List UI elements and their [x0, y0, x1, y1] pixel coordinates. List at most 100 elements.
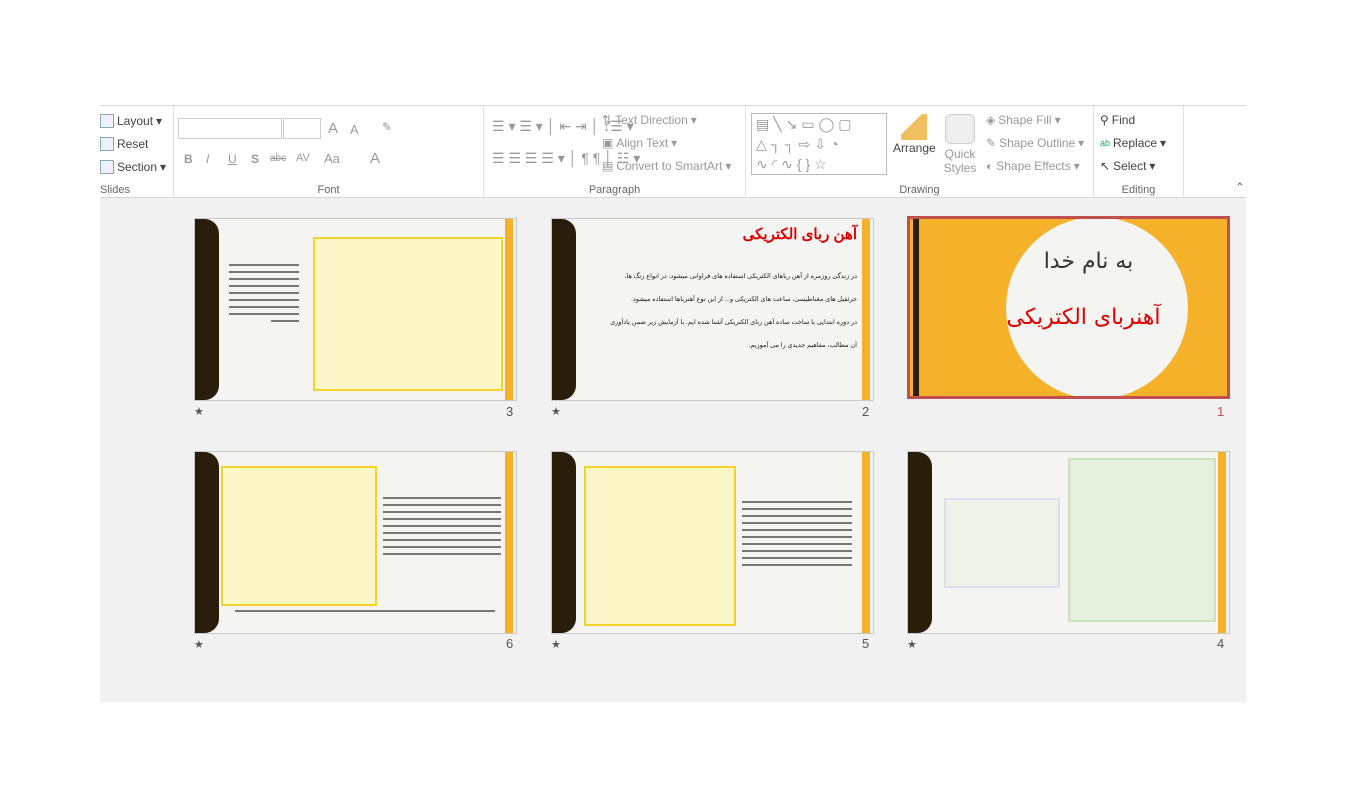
wave-border: [908, 452, 932, 633]
slide-number: 1: [1217, 404, 1225, 419]
group-editing: ⚲ Find ab Replace ▾ ↖ Select ▾ Editing: [1094, 106, 1184, 198]
font-name-combo[interactable]: [178, 118, 282, 139]
grow-font-button[interactable]: A: [328, 120, 338, 137]
accent-bar: [862, 452, 870, 633]
select-button[interactable]: ↖ Select ▾: [1100, 159, 1155, 173]
slide-number: 2: [862, 404, 870, 419]
arrange-icon: [901, 114, 928, 140]
body-line: آن مطالب، مفاهیم جدیدی را می آموزیم.: [748, 342, 857, 349]
slide-image: [584, 466, 736, 626]
wave-border: [195, 452, 219, 633]
accent-bar: [1218, 452, 1226, 633]
shrink-font-button[interactable]: A: [350, 122, 359, 137]
align-text-icon: ▣: [602, 136, 614, 150]
wave-border: [552, 219, 576, 400]
accent-bar: [505, 219, 513, 400]
slide-image: [944, 498, 1060, 588]
animation-star-icon[interactable]: ★: [551, 405, 561, 418]
text-direction-icon: ⇅: [602, 113, 613, 127]
body-line: جرثقیل های مغناطیسی، ساعت های الکتریکی و…: [631, 296, 857, 303]
animation-star-icon[interactable]: ★: [551, 638, 561, 651]
binoculars-icon: ⚲: [1100, 113, 1109, 127]
replace-icon: ab: [1100, 138, 1111, 148]
arrange-button[interactable]: Arrange: [893, 114, 936, 155]
group-slides: Layout ▾ Reset Section ▾ Slides: [100, 106, 174, 198]
animation-star-icon[interactable]: ★: [907, 638, 917, 651]
slide-title: به نام خدا: [1043, 249, 1134, 274]
find-button[interactable]: ⚲ Find: [1100, 113, 1135, 127]
accent-bar: [862, 219, 870, 400]
group-label: Drawing: [899, 184, 940, 196]
effects-icon: ◐: [986, 159, 994, 173]
slide-subtitle: آهنربای الکتریکی: [1006, 305, 1161, 330]
clear-format-icon[interactable]: ✎: [382, 120, 392, 134]
wave-border: [552, 452, 576, 633]
smartart-icon: ▤: [602, 159, 614, 173]
group-label: Paragraph: [588, 184, 641, 196]
slide-title: آهن ربای الکتریکی: [742, 226, 857, 243]
slide-image: [313, 237, 503, 391]
slide-thumbnail-4[interactable]: [907, 451, 1230, 634]
group-font: A A ✎ B I U S abc AV Aa A Font: [174, 106, 484, 198]
body-line: در زندگی روزمره از آهن رباهای الکتریکی ا…: [624, 273, 857, 280]
collapse-ribbon-button[interactable]: ⌃: [1236, 182, 1244, 193]
slide-thumbnail-6[interactable]: [194, 451, 517, 634]
slide-body: در زندگی روزمره از آهن رباهای الکتریکی ا…: [582, 265, 857, 357]
reset-icon: [100, 137, 114, 151]
slide-thumbnail-1[interactable]: به نام خدا آهنربای الکتریکی: [907, 216, 1230, 399]
shape-effects-button[interactable]: ◐ Shape Effects ▾: [986, 159, 1080, 173]
pencil-icon: ✎: [986, 136, 997, 150]
slide-text-block: [742, 496, 852, 571]
text-direction-button[interactable]: ⇅ Text Direction ▾: [602, 113, 697, 127]
shape-fill-button[interactable]: ◈ Shape Fill ▾: [986, 113, 1061, 127]
group-paragraph: ☰ ▾ ☰ ▾ │ ⇤ ⇥ │ ↕☰ ▾ ☰ ☰ ☰ ☰ ▾ │ ¶ ¶ │ ☷…: [484, 106, 746, 198]
slide-image: [1068, 458, 1216, 622]
animation-star-icon[interactable]: ★: [194, 638, 204, 651]
slide-image: [221, 466, 377, 606]
font-color-button[interactable]: A: [370, 150, 380, 167]
align-text-button[interactable]: ▣ Align Text ▾: [602, 136, 677, 150]
animation-star-icon[interactable]: ★: [194, 405, 204, 418]
quick-styles-button[interactable]: Quick Styles: [941, 114, 979, 175]
layout-icon: [100, 114, 114, 128]
convert-smartart-button[interactable]: ▤ Convert to SmartArt ▾: [602, 159, 731, 173]
slide-number: 3: [506, 404, 514, 419]
shadow-button[interactable]: S: [251, 152, 259, 166]
section-button[interactable]: Section ▾: [100, 160, 166, 174]
ribbon: Layout ▾ Reset Section ▾ Slides A A ✎ B …: [100, 105, 1246, 198]
slide-thumbnail-2[interactable]: آهن ربای الکتریکی در زندگی روزمره از آهن…: [551, 218, 874, 401]
bold-button[interactable]: B: [184, 152, 193, 166]
dark-bar: [913, 219, 919, 396]
change-case-button[interactable]: Aa: [324, 151, 340, 166]
layout-button[interactable]: Layout ▾: [100, 114, 162, 128]
slide-footer-text: [235, 610, 495, 612]
paint-bucket-icon: ◈: [986, 113, 996, 127]
group-drawing: ▤╲↘▭◯▢ △┐┐⇨⇩◔ ∿◜∿{}☆ Arrange Quick Styles …: [746, 106, 1094, 198]
replace-button[interactable]: ab Replace ▾: [1100, 136, 1166, 150]
slide-number: 4: [1217, 636, 1225, 651]
shape-outline-button[interactable]: ✎ Shape Outline ▾: [986, 136, 1084, 150]
group-label: Font: [317, 184, 340, 196]
font-size-combo[interactable]: [283, 118, 321, 139]
slide-number: 6: [506, 636, 514, 651]
slide-text-block: [383, 492, 501, 560]
group-label: Slides: [100, 184, 130, 196]
char-spacing-button[interactable]: AV: [296, 152, 310, 164]
slide-text-block: [229, 259, 299, 327]
body-line: در دوره ابتدایی با ساخت ساده آهن ربای ال…: [610, 319, 857, 326]
slide-thumbnail-5[interactable]: [551, 451, 874, 634]
slide-sorter: به نام خدا آهنربای الکتریکی 1 آهن ربای ا…: [100, 198, 1246, 702]
italic-button[interactable]: I: [206, 152, 209, 166]
cursor-icon: ↖: [1100, 159, 1111, 173]
section-icon: [100, 160, 114, 174]
shapes-gallery[interactable]: ▤╲↘▭◯▢ △┐┐⇨⇩◔ ∿◜∿{}☆: [751, 113, 887, 175]
group-label: Editing: [1121, 184, 1156, 196]
underline-button[interactable]: U: [228, 152, 237, 166]
slide-number: 5: [862, 636, 870, 651]
wave-border: [195, 219, 219, 400]
reset-button[interactable]: Reset: [100, 137, 148, 151]
accent-bar: [505, 452, 513, 633]
strikethrough-button[interactable]: abc: [270, 153, 286, 164]
slide-thumbnail-3[interactable]: [194, 218, 517, 401]
quick-styles-icon: [945, 114, 975, 144]
